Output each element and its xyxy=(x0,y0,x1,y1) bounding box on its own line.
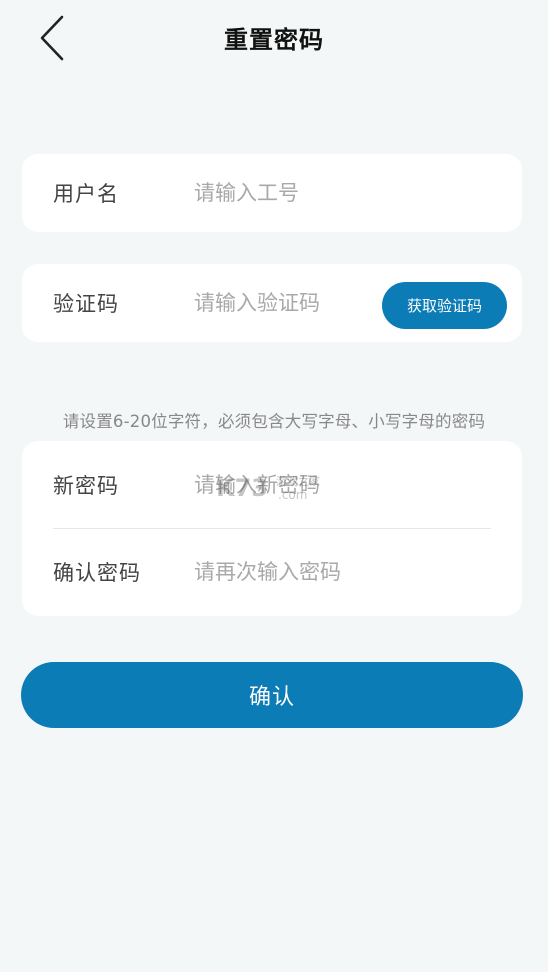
username-label: 用户名 xyxy=(53,182,119,206)
username-input[interactable] xyxy=(194,178,384,208)
page-title: 重置密码 xyxy=(224,26,324,54)
verification-card: 验证码 获取验证码 xyxy=(22,264,522,342)
verification-label: 验证码 xyxy=(53,292,119,316)
new-password-label: 新密码 xyxy=(53,473,119,498)
username-card: 用户名 xyxy=(22,154,522,232)
verification-input[interactable] xyxy=(194,288,384,318)
password-hint: 请设置6-20位字符，必须包含大写字母、小写字母的密码 xyxy=(62,412,486,431)
confirm-password-input[interactable] xyxy=(194,557,494,587)
verification-row: 验证码 获取验证码 xyxy=(22,264,522,342)
username-row: 用户名 xyxy=(22,154,522,232)
new-password-input[interactable] xyxy=(194,469,494,500)
get-code-button[interactable]: 获取验证码 xyxy=(382,282,507,329)
password-card: 新密码 确认密码 xyxy=(22,441,522,616)
confirm-password-row: 确认密码 xyxy=(22,528,522,616)
confirm-password-label: 确认密码 xyxy=(53,561,141,585)
header-bar: 重置密码 xyxy=(0,0,548,76)
new-password-row: 新密码 xyxy=(22,441,522,528)
confirm-button[interactable]: 确认 xyxy=(21,662,523,728)
